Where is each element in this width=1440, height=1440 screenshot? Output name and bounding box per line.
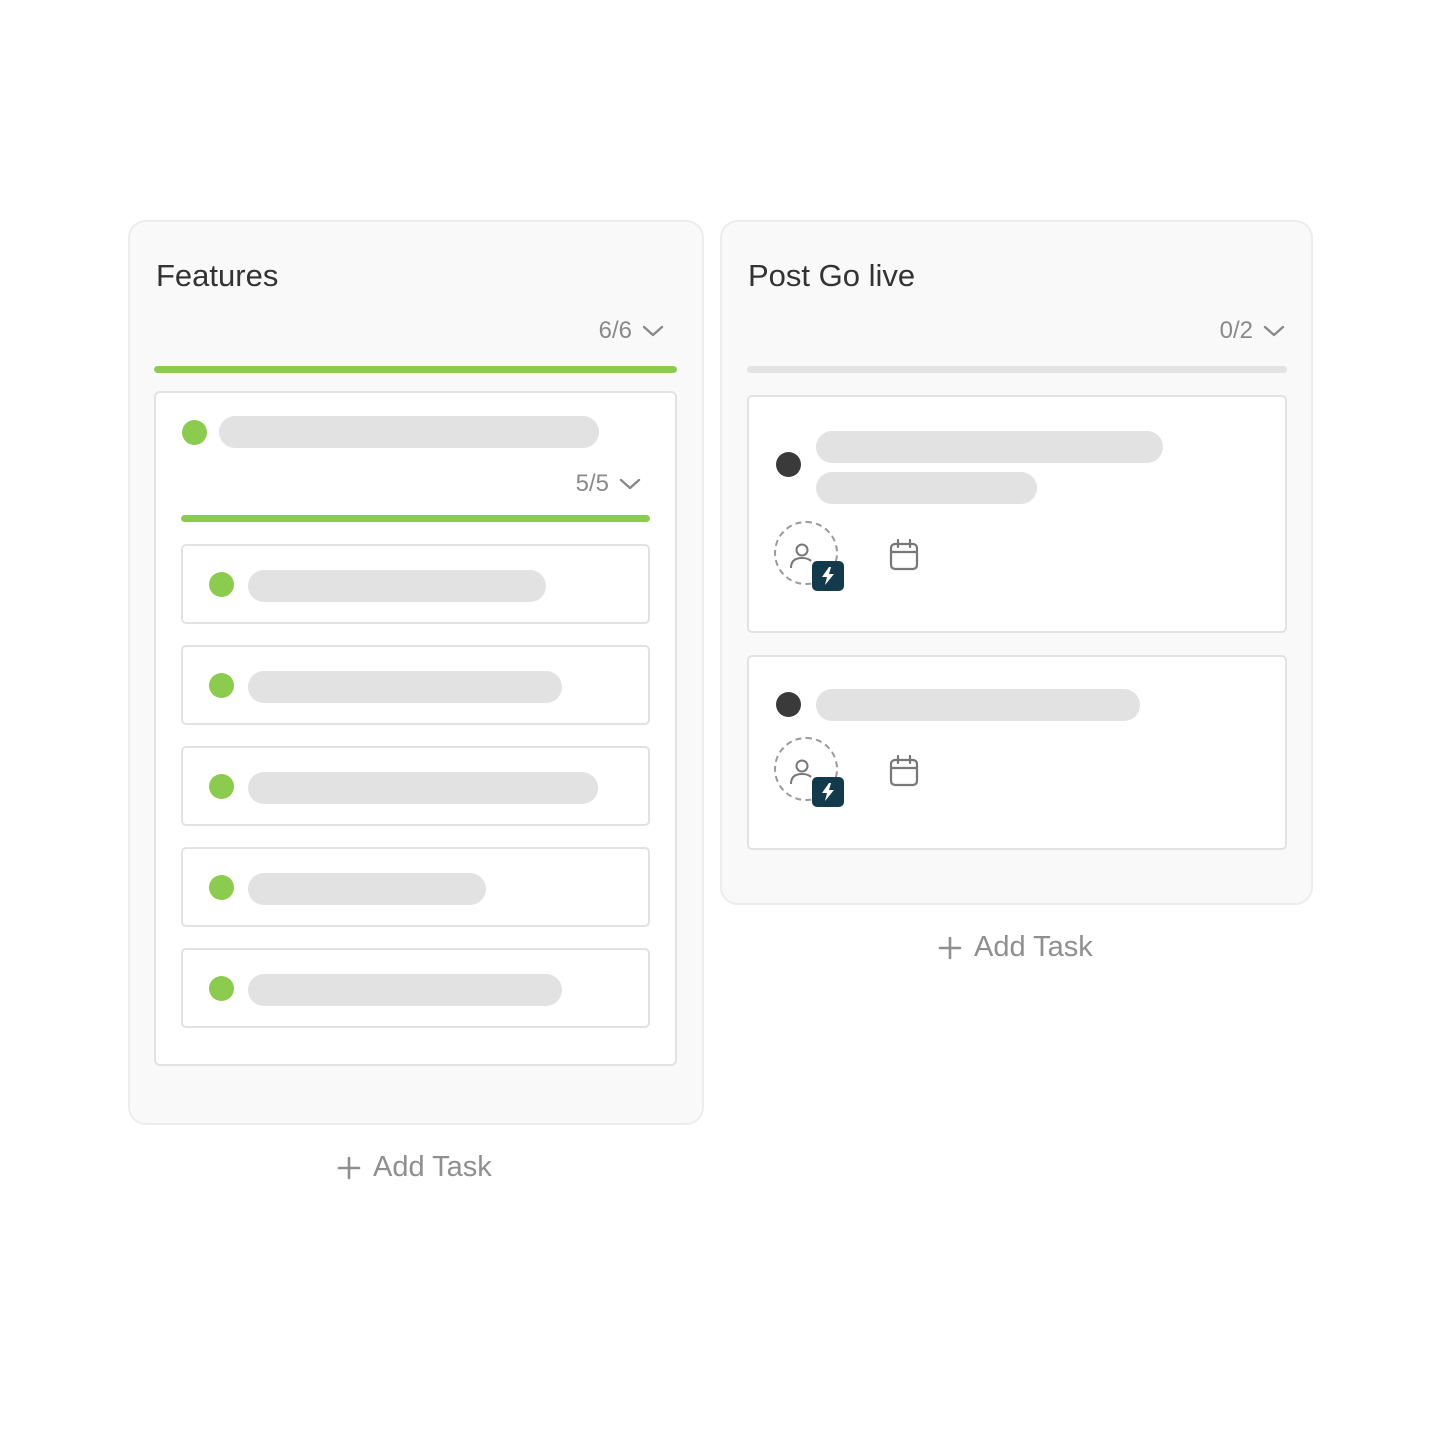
- user-icon: [790, 543, 812, 569]
- subtask-card[interactable]: [181, 544, 650, 624]
- task-title-placeholder: [816, 689, 1140, 721]
- status-dot: [182, 420, 207, 445]
- user-icon: [790, 759, 812, 785]
- plus-icon: [938, 936, 962, 959]
- status-dot: [209, 875, 234, 900]
- column-progress-bar: [747, 366, 1287, 373]
- subtask-card[interactable]: [181, 645, 650, 725]
- status-dot: [209, 673, 234, 698]
- add-task-button[interactable]: Add Task: [337, 1151, 492, 1184]
- task-title-placeholder: [248, 772, 598, 804]
- task-title-placeholder: [248, 671, 562, 703]
- task-title-placeholder: [816, 431, 1163, 463]
- column-progress-fill: [154, 366, 677, 373]
- calendar-icon[interactable]: [889, 755, 919, 787]
- assignee-button[interactable]: [774, 521, 844, 591]
- column-counter: 0/2: [1219, 317, 1253, 344]
- status-dot: [209, 774, 234, 799]
- column-counter-toggle[interactable]: 6/6: [599, 317, 664, 345]
- add-task-button[interactable]: Add Task: [938, 931, 1093, 964]
- assignee-button[interactable]: [774, 737, 844, 807]
- status-dot: [209, 976, 234, 1001]
- group-progress-bar: [181, 515, 650, 522]
- chevron-down-icon: [619, 478, 641, 490]
- task-title-placeholder: [219, 416, 599, 448]
- lightning-badge-icon: [812, 561, 844, 591]
- calendar-icon[interactable]: [889, 539, 919, 571]
- column-counter: 6/6: [598, 317, 632, 344]
- column-title: Features: [156, 258, 279, 293]
- add-task-label: Add Task: [373, 1151, 492, 1183]
- task-title-placeholder: [248, 974, 562, 1006]
- task-title-placeholder: [248, 873, 486, 905]
- task-title-placeholder: [816, 472, 1037, 504]
- group-progress-fill: [181, 515, 650, 522]
- group-counter-toggle[interactable]: 5/5: [576, 470, 641, 498]
- status-dot: [209, 572, 234, 597]
- task-card[interactable]: [747, 655, 1287, 850]
- chevron-down-icon: [642, 325, 664, 337]
- status-dot: [776, 692, 801, 717]
- chevron-down-icon: [1263, 325, 1285, 337]
- task-group[interactable]: 5/5: [154, 391, 677, 1066]
- task-card[interactable]: [747, 395, 1287, 633]
- task-title-placeholder: [248, 570, 546, 602]
- column-progress-bar: [154, 366, 677, 373]
- subtask-card[interactable]: [181, 746, 650, 826]
- status-dot: [776, 452, 801, 477]
- subtask-card[interactable]: [181, 948, 650, 1028]
- group-counter: 5/5: [575, 470, 609, 497]
- column-counter-toggle[interactable]: 0/2: [1220, 317, 1285, 345]
- lightning-badge-icon: [812, 777, 844, 807]
- column-features: Features 6/6 5/5: [128, 220, 704, 1125]
- plus-icon: [337, 1156, 361, 1179]
- add-task-label: Add Task: [974, 931, 1093, 963]
- subtask-card[interactable]: [181, 847, 650, 927]
- column-post-go-live: Post Go live 0/2: [720, 220, 1313, 905]
- column-title: Post Go live: [748, 258, 916, 293]
